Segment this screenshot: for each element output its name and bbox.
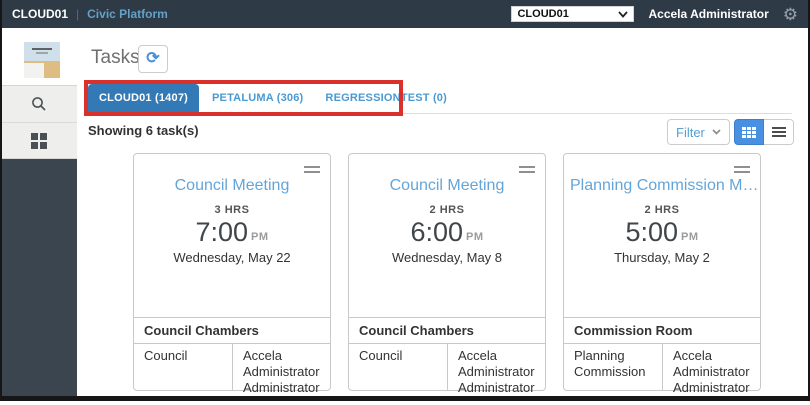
task-duration: 3 HRS [134, 204, 330, 216]
task-duration: 2 HRS [564, 204, 760, 216]
task-location: Commission Room [564, 317, 760, 343]
task-duration: 2 HRS [349, 204, 545, 216]
window-border [0, 396, 810, 401]
refresh-button[interactable]: ⟳ [138, 45, 168, 73]
app-window: CLOUD01 | Civic Platform CLOUD01 Accela … [0, 0, 810, 405]
task-assignee: Accela Administrator Administrator [232, 344, 330, 390]
sidebar [0, 85, 77, 159]
task-detail-row: Council Accela Administrator Administrat… [134, 343, 330, 390]
accela-logo[interactable] [24, 42, 60, 78]
task-detail-row: Planning Commission Accela Administrator… [564, 343, 760, 390]
task-detail-row: Council Accela Administrator Administrat… [349, 343, 545, 390]
task-title-link[interactable]: Council Meeting [349, 177, 545, 195]
user-name: Accela Administrator [648, 7, 768, 21]
top-bar-right: CLOUD01 Accela Administrator ⚙ [511, 6, 798, 23]
grid-view-button[interactable] [734, 119, 764, 145]
task-card[interactable]: Council Meeting 3 HRS 7:00 PM Wednesday,… [133, 153, 331, 391]
view-toggle-group [734, 119, 794, 145]
search-icon [30, 95, 48, 113]
environment-select[interactable]: CLOUD01 [511, 6, 634, 22]
task-assignee: Accela Administrator Administrator [662, 344, 760, 390]
environment-select-value: CLOUD01 [517, 8, 568, 20]
task-time: 6:00 PM [349, 217, 545, 247]
task-location: Council Chambers [349, 317, 545, 343]
card-menu-icon[interactable] [304, 163, 320, 176]
filter-label: Filter [676, 125, 705, 140]
task-assignee: Accela Administrator Administrator [447, 344, 545, 390]
task-time: 7:00 PM [134, 217, 330, 247]
task-date: Wednesday, May 22 [134, 250, 330, 265]
task-title-link[interactable]: Council Meeting [134, 177, 330, 195]
sidebar-item-apps[interactable] [0, 122, 77, 158]
task-card[interactable]: Council Meeting 2 HRS 6:00 PM Wednesday,… [348, 153, 546, 391]
task-date: Wednesday, May 8 [349, 250, 545, 265]
chevron-down-icon [618, 11, 628, 18]
task-date: Thursday, May 2 [564, 250, 760, 265]
task-count-text: Showing 6 task(s) [88, 123, 199, 138]
chevron-down-icon [712, 129, 721, 135]
task-group: Planning Commission [564, 344, 662, 390]
gear-icon[interactable]: ⚙ [783, 6, 798, 23]
civic-platform-link[interactable]: Civic Platform [87, 7, 168, 21]
tab-petaluma[interactable]: PETALUMA (306) [201, 84, 314, 113]
tab-cloud01[interactable]: CLOUD01 (1407) [88, 84, 199, 113]
top-bar: CLOUD01 | Civic Platform CLOUD01 Accela … [0, 0, 810, 28]
list-view-icon [772, 125, 786, 139]
task-title-link[interactable]: Planning Commission M… [564, 177, 760, 195]
apps-grid-icon [31, 133, 47, 149]
breadcrumb: CLOUD01 | Civic Platform [12, 7, 168, 21]
task-group: Council [134, 344, 232, 390]
task-card[interactable]: Planning Commission M… 2 HRS 5:00 PM Thu… [563, 153, 761, 391]
list-view-button[interactable] [764, 119, 794, 145]
refresh-icon: ⟳ [146, 51, 159, 67]
environment-name: CLOUD01 [12, 7, 68, 21]
grid-view-icon [742, 127, 756, 138]
filter-button[interactable]: Filter [667, 119, 730, 145]
environment-tabs: CLOUD01 (1407) PETALUMA (306) REGRESSION… [88, 84, 792, 114]
window-border [0, 0, 2, 401]
sidebar-item-search[interactable] [0, 86, 77, 122]
sidebar-panel [0, 159, 77, 397]
tab-regressiontest[interactable]: REGRESSIONTEST (0) [314, 84, 458, 113]
breadcrumb-separator: | [76, 7, 79, 21]
task-group: Council [349, 344, 447, 390]
card-menu-icon[interactable] [734, 163, 750, 176]
task-location: Council Chambers [134, 317, 330, 343]
page-title: Tasks [91, 47, 140, 69]
card-menu-icon[interactable] [519, 163, 535, 176]
task-time: 5:00 PM [564, 217, 760, 247]
